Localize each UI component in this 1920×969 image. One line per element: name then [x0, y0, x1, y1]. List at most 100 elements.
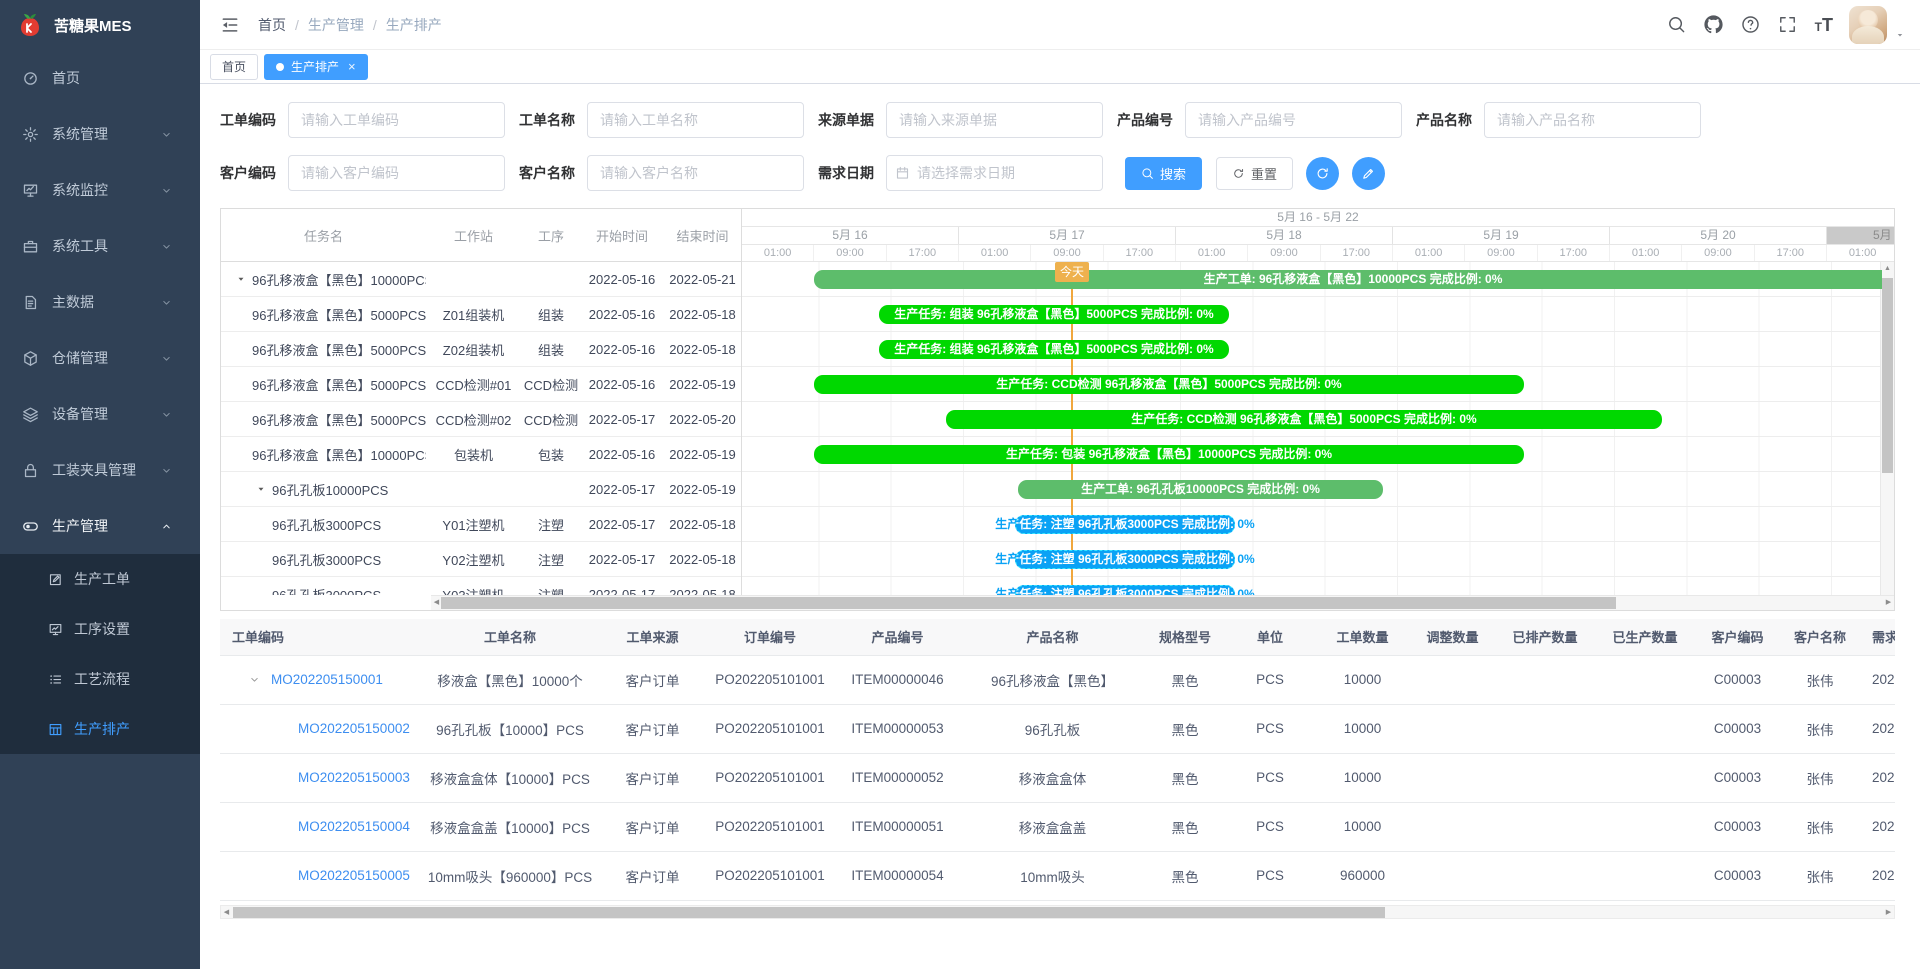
demand-date-input[interactable] — [886, 155, 1103, 191]
table-row[interactable]: MO202205150001移液盒【黑色】10000个客户订单PO2022051… — [220, 655, 1895, 704]
gantt-task-grid: 任务名工作站工序开始时间结束时间 96孔移液盒【黑色】10000PCS2022-… — [221, 209, 742, 595]
gantt-task-row[interactable]: 96孔孔板10000PCS2022-05-172022-05-19 — [221, 472, 741, 507]
gantt-task-row[interactable]: 96孔移液盒【黑色】5000PCSCCD检测#01CCD检测2022-05-16… — [221, 367, 741, 402]
sidebar-item-warehouse-management[interactable]: 仓储管理 — [0, 330, 200, 386]
breadcrumb-item[interactable]: 首页 — [258, 15, 286, 35]
gantt-bar-work-order[interactable]: 生产工单: 96孔移液盒【黑色】10000PCS 完成比例: 0% — [814, 270, 1882, 289]
sidebar-item-production-work-order[interactable]: 生产工单 — [0, 554, 200, 604]
refresh-icon — [1232, 167, 1245, 180]
gantt-vertical-scrollbar[interactable]: ▲ ▼ — [1880, 262, 1894, 610]
gantt-task-row[interactable]: 96孔移液盒【黑色】10000PCS2022-05-162022-05-21 — [221, 262, 741, 297]
sidebar-item-process-settings[interactable]: 工序设置 — [0, 604, 200, 654]
gantt-bar-task[interactable]: 生产任务: 注塑 96孔孔板3000PCS 完成比例: 0% — [1015, 585, 1235, 595]
work-order-link[interactable]: MO202205150005 — [298, 868, 410, 883]
edit-button[interactable] — [1352, 157, 1385, 190]
work-order-link[interactable]: MO202205150003 — [298, 770, 410, 785]
expand-row-icon[interactable] — [248, 673, 261, 686]
breadcrumb-item[interactable]: 生产管理 — [308, 15, 364, 35]
close-tab-icon[interactable]: × — [348, 60, 356, 73]
sidebar-item-production-management[interactable]: 生产管理 — [0, 498, 200, 554]
gantt-bar-task[interactable]: 生产任务: 组装 96孔移液盒【黑色】5000PCS 完成比例: 0% — [879, 305, 1229, 324]
gantt-bar-task[interactable]: 生产任务: CCD检测 96孔移液盒【黑色】5000PCS 完成比例: 0% — [814, 375, 1524, 394]
gantt-bar-work-order[interactable]: 生产工单: 96孔孔板10000PCS 完成比例: 0% — [1018, 480, 1383, 499]
scroll-up-icon[interactable]: ▲ — [1881, 263, 1894, 275]
task-workstation: Z02组装机 — [426, 340, 521, 359]
gantt-horizontal-scrollbar[interactable]: ◀ ▶ — [431, 595, 1894, 610]
filter-demand-date: 需求日期 — [818, 155, 1103, 191]
search-icon[interactable] — [1667, 15, 1686, 34]
gantt-task-row[interactable]: 96孔移液盒【黑色】5000PCSZ01组装机组装2022-05-162022-… — [221, 297, 741, 332]
customer-code-input[interactable] — [288, 155, 505, 191]
scroll-right-icon[interactable]: ▶ — [1883, 597, 1894, 609]
product-name-input[interactable] — [1484, 102, 1701, 138]
user-avatar[interactable] — [1849, 6, 1887, 44]
tree-caret-icon[interactable] — [255, 483, 267, 495]
breadcrumb-item[interactable]: 生产排产 — [386, 15, 442, 35]
gantt-task-row[interactable]: 96孔移液盒【黑色】5000PCSZ02组装机组装2022-05-162022-… — [221, 332, 741, 367]
sidebar-item-tooling-fixture-management[interactable]: 工装夹具管理 — [0, 442, 200, 498]
chevron-down-icon — [160, 184, 173, 197]
sidebar-item-process-flow[interactable]: 工艺流程 — [0, 654, 200, 704]
sidebar-item-equipment-management[interactable]: 设备管理 — [0, 386, 200, 442]
scroll-right-icon[interactable]: ▶ — [1883, 907, 1894, 919]
search-button[interactable]: 搜索 — [1125, 157, 1202, 190]
sidebar-item-label: 生产管理 — [52, 516, 160, 536]
tree-caret-icon[interactable] — [235, 273, 247, 285]
reset-button[interactable]: 重置 — [1216, 157, 1293, 190]
menu-fold-icon[interactable] — [220, 15, 240, 35]
question-icon[interactable] — [1741, 15, 1760, 34]
work-order-name-input[interactable] — [587, 102, 804, 138]
filter-customer-code: 客户编码 — [220, 155, 505, 191]
gantt-bar-task[interactable]: 生产任务: CCD检测 96孔移液盒【黑色】5000PCS 完成比例: 0% — [946, 410, 1662, 429]
filter-source-document: 来源单据 — [818, 102, 1103, 138]
gantt-task-row[interactable]: 96孔移液盒【黑色】5000PCSCCD检测#02CCD检测2022-05-17… — [221, 402, 741, 437]
work-order-link[interactable]: MO202205150002 — [298, 721, 410, 736]
reset-button-label: 重置 — [1251, 164, 1277, 183]
table-horizontal-scroll-thumb[interactable] — [233, 907, 1385, 918]
caret-down-icon[interactable] — [1894, 29, 1906, 41]
scroll-left-icon[interactable]: ◀ — [221, 907, 232, 919]
gantt-task-row[interactable]: 96孔孔板3000PCSY01注塑机注塑2022-05-172022-05-18 — [221, 507, 741, 542]
table-row[interactable]: MO202205150003移液盒盒体【10000】PCS客户订单PO20220… — [220, 753, 1895, 802]
table-row[interactable]: MO20220515000296孔孔板【10000】PCS客户订单PO20220… — [220, 704, 1895, 753]
tab-active[interactable]: 生产排产× — [264, 54, 368, 80]
gantt-column-header: 工序 — [521, 226, 581, 245]
table-horizontal-scrollbar[interactable]: ◀ ▶ — [220, 905, 1895, 919]
gantt-task-row[interactable]: 96孔孔板3000PCSY02注塑机注塑2022-05-172022-05-18 — [221, 542, 741, 577]
table-cell-adj — [1410, 851, 1495, 900]
work-order-code-input[interactable] — [288, 102, 505, 138]
gantt-task-row[interactable]: 96孔移液盒【黑色】10000PCS包装机包装2022-05-162022-05… — [221, 437, 741, 472]
font-size-icon[interactable]: TT — [1815, 16, 1833, 34]
sidebar-item-system-monitor[interactable]: 系统监控 — [0, 162, 200, 218]
gantt-bar-task[interactable]: 生产任务: 注塑 96孔孔板3000PCS 完成比例: 0% — [1015, 550, 1235, 569]
github-icon[interactable] — [1704, 15, 1723, 34]
task-end-date: 2022-05-18 — [663, 307, 742, 322]
work-order-link[interactable]: MO202205150004 — [298, 819, 410, 834]
gantt-bar-task[interactable]: 生产任务: 组装 96孔移液盒【黑色】5000PCS 完成比例: 0% — [879, 340, 1229, 359]
gantt-vertical-scroll-thumb[interactable] — [1882, 278, 1893, 473]
task-start-date: 2022-05-17 — [581, 517, 663, 532]
fullscreen-icon[interactable] — [1778, 15, 1797, 34]
gantt-horizontal-scroll-thumb[interactable] — [441, 597, 1616, 609]
sidebar-item-master-data[interactable]: 主数据 — [0, 274, 200, 330]
source-document-input[interactable] — [886, 102, 1103, 138]
chevron-down-icon — [160, 296, 173, 309]
tab-item[interactable]: 首页 — [210, 54, 258, 80]
gantt-bar-task[interactable]: 生产任务: 包装 96孔移液盒【黑色】10000PCS 完成比例: 0% — [814, 445, 1524, 464]
task-end-date: 2022-05-18 — [663, 587, 742, 596]
sidebar-item-system-management[interactable]: 系统管理 — [0, 106, 200, 162]
search-icon — [1141, 167, 1154, 180]
customer-name-input[interactable] — [587, 155, 804, 191]
table-row[interactable]: MO20220515000510mm吸头【960000】PCS客户订单PO202… — [220, 851, 1895, 900]
work-order-link[interactable]: MO202205150001 — [271, 672, 383, 687]
lock-icon — [22, 462, 39, 479]
product-code-input[interactable] — [1185, 102, 1402, 138]
sidebar-item-production-scheduling[interactable]: 生产排产 — [0, 704, 200, 754]
gantt-task-row[interactable]: 96孔孔板3000PCSY03注塑机注塑2022-05-172022-05-18 — [221, 577, 741, 595]
gantt-hour-tick: 17:00 — [887, 245, 959, 261]
sidebar-item-system-tools[interactable]: 系统工具 — [0, 218, 200, 274]
table-row[interactable]: MO202205150004移液盒盒盖【10000】PCS客户订单PO20220… — [220, 802, 1895, 851]
refresh-button[interactable] — [1306, 157, 1339, 190]
sidebar-item-home[interactable]: 首页 — [0, 50, 200, 106]
gantt-bar-task[interactable]: 生产任务: 注塑 96孔孔板3000PCS 完成比例: 0% — [1015, 515, 1235, 534]
